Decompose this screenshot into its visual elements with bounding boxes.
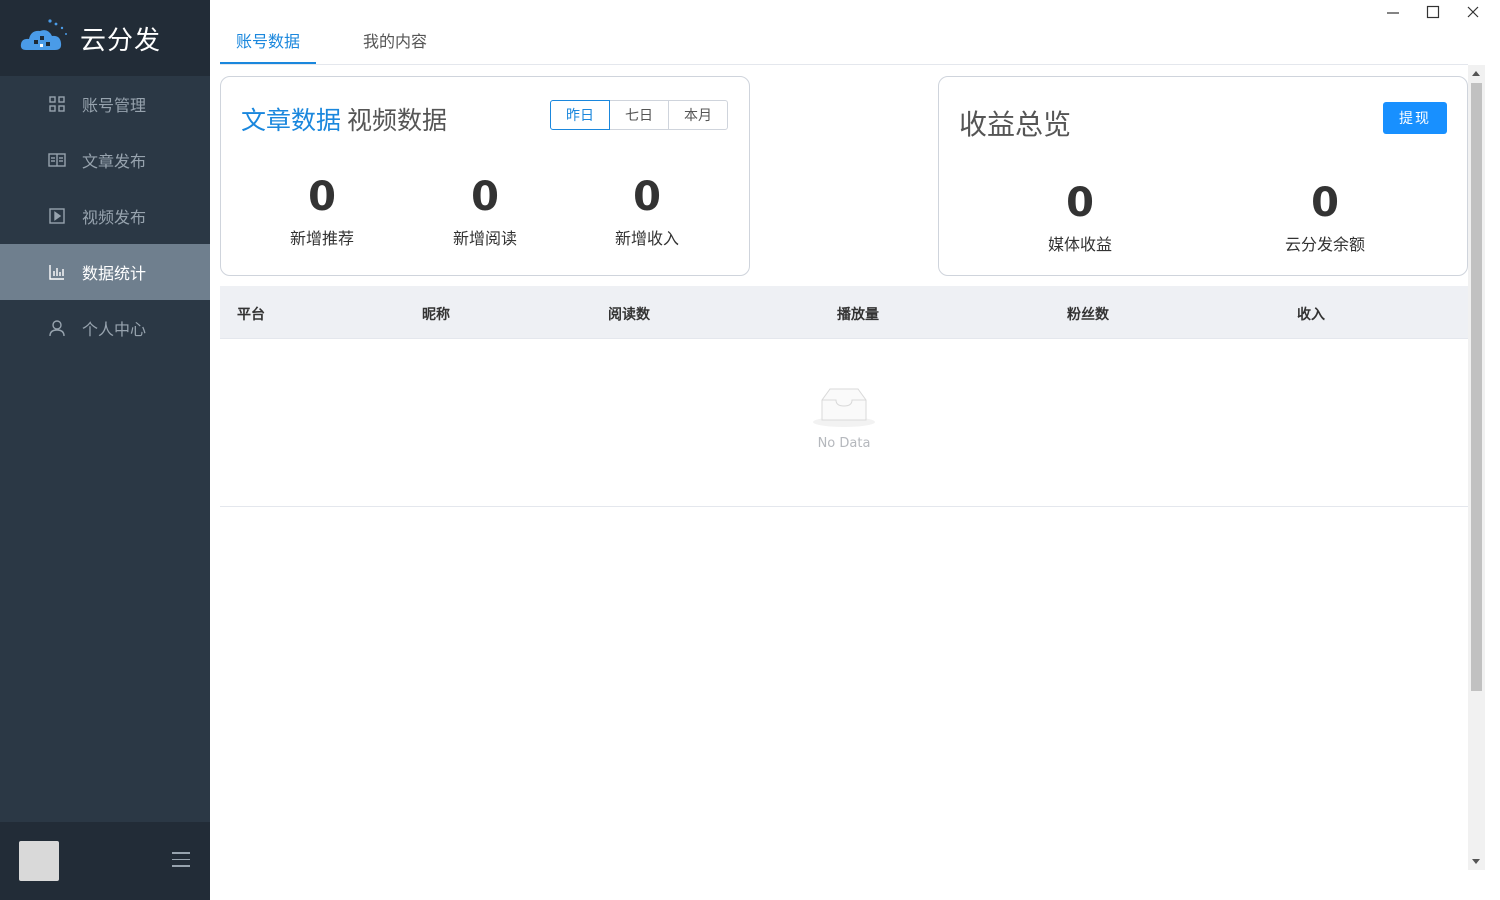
book-icon bbox=[48, 151, 66, 169]
stat-media-revenue: 0 媒体收益 bbox=[1020, 179, 1140, 255]
tab-bar: 账号数据 我的内容 bbox=[220, 0, 1468, 65]
period-seven-days-button[interactable]: 七日 bbox=[609, 100, 669, 130]
sidebar-item-label: 文章发布 bbox=[82, 152, 147, 171]
app-title: 云分发 bbox=[80, 25, 162, 56]
stat-new-reads: 0 新增阅读 bbox=[425, 173, 545, 249]
sidebar-item-label: 数据统计 bbox=[82, 264, 147, 283]
stat-label: 新增推荐 bbox=[289, 229, 354, 248]
avatar[interactable] bbox=[19, 841, 59, 881]
sidebar-item-video-publish[interactable]: 视频发布 bbox=[0, 188, 210, 244]
sidebar-item-personal-center[interactable]: 个人中心 bbox=[0, 300, 210, 356]
stat-new-recommend: 0 新增推荐 bbox=[262, 173, 382, 249]
column-header-income: 收入 bbox=[1297, 307, 1325, 323]
stat-label: 媒体收益 bbox=[1047, 235, 1112, 254]
stat-new-income: 0 新增收入 bbox=[587, 173, 707, 249]
tab-video-data[interactable]: 视频数据 bbox=[347, 101, 447, 137]
play-icon bbox=[48, 207, 66, 225]
tab-my-content[interactable]: 我的内容 bbox=[363, 28, 427, 52]
stat-value: 0 bbox=[308, 174, 336, 220]
revenue-overview-card: 收益总览 提现 0 媒体收益 0 云分发余额 bbox=[938, 76, 1468, 276]
content-data-card: 文章数据 视频数据 昨日 七日 本月 0 新增推荐 0 新增阅读 0 新增收入 bbox=[220, 76, 750, 276]
empty-text: No Data bbox=[817, 436, 871, 451]
grid-icon bbox=[48, 95, 66, 113]
stat-label: 新增收入 bbox=[614, 229, 679, 248]
revenue-title: 收益总览 bbox=[959, 108, 1072, 141]
stat-label: 云分发余额 bbox=[1284, 235, 1365, 254]
stat-value: 0 bbox=[471, 174, 499, 220]
scroll-down-arrow-icon[interactable] bbox=[1472, 859, 1480, 864]
sidebar-item-label: 视频发布 bbox=[82, 208, 147, 227]
active-tab-indicator bbox=[220, 62, 316, 64]
stat-label: 新增阅读 bbox=[452, 229, 517, 248]
table-header: 平台 昵称 阅读数 播放量 粉丝数 收入 bbox=[220, 286, 1468, 339]
scroll-up-arrow-icon[interactable] bbox=[1472, 71, 1480, 76]
stat-cloud-balance: 0 云分发余额 bbox=[1265, 179, 1385, 255]
hamburger-menu-icon[interactable] bbox=[172, 852, 190, 868]
sidebar-item-data-statistics[interactable]: 数据统计 bbox=[0, 244, 210, 300]
tab-account-data[interactable]: 账号数据 bbox=[236, 28, 300, 52]
empty-inbox-icon bbox=[813, 388, 875, 427]
stat-value: 0 bbox=[1066, 180, 1094, 226]
bar-chart-icon bbox=[48, 263, 66, 281]
column-header-reads: 阅读数 bbox=[608, 307, 650, 323]
column-header-plays: 播放量 bbox=[837, 307, 879, 323]
withdraw-button[interactable]: 提现 bbox=[1383, 102, 1447, 134]
brand: 云分发 bbox=[0, 0, 210, 76]
sidebar-item-account-management[interactable]: 账号管理 bbox=[0, 76, 210, 132]
sidebar: 云分发 账号管理 文章发布 视频发布 数据统计 个人中心 bbox=[0, 0, 210, 900]
scroll-thumb[interactable] bbox=[1471, 83, 1482, 691]
column-header-fans: 粉丝数 bbox=[1067, 307, 1109, 323]
period-yesterday-button[interactable]: 昨日 bbox=[550, 100, 610, 130]
sidebar-item-label: 个人中心 bbox=[82, 320, 147, 339]
period-this-month-button[interactable]: 本月 bbox=[668, 100, 728, 130]
sidebar-item-article-publish[interactable]: 文章发布 bbox=[0, 132, 210, 188]
cloud-logo-icon bbox=[20, 18, 70, 58]
tab-article-data[interactable]: 文章数据 bbox=[241, 101, 341, 137]
stat-value: 0 bbox=[633, 174, 661, 220]
user-icon bbox=[48, 319, 66, 337]
account-data-table: 平台 昵称 阅读数 播放量 粉丝数 收入 No Data bbox=[220, 286, 1468, 507]
period-selector: 昨日 七日 本月 bbox=[550, 100, 728, 130]
empty-state: No Data bbox=[220, 386, 1468, 451]
sidebar-item-label: 账号管理 bbox=[82, 96, 147, 115]
sidebar-footer bbox=[0, 822, 210, 900]
column-header-nickname: 昵称 bbox=[422, 307, 450, 323]
vertical-scrollbar[interactable] bbox=[1468, 65, 1485, 870]
stat-value: 0 bbox=[1311, 180, 1339, 226]
column-header-platform: 平台 bbox=[237, 307, 265, 323]
close-icon bbox=[1467, 6, 1479, 18]
